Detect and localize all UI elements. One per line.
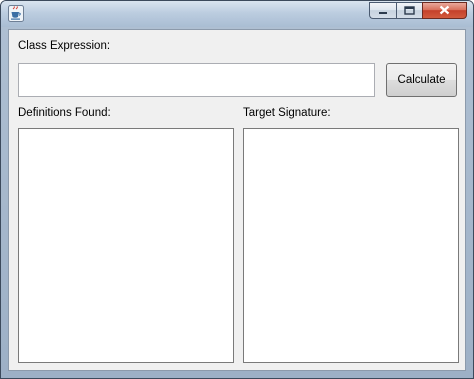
java-cup-icon — [8, 5, 24, 22]
target-signature-label: Target Signature: — [243, 107, 331, 119]
class-expression-input[interactable] — [18, 63, 375, 97]
minimize-icon — [378, 2, 388, 20]
class-expression-label: Class Expression: — [18, 40, 111, 52]
target-signature-list[interactable] — [243, 128, 459, 363]
close-button[interactable] — [422, 2, 467, 19]
close-icon — [439, 2, 450, 20]
maximize-icon — [404, 2, 415, 20]
content-panel: Class Expression: Calculate Definitions … — [8, 29, 466, 371]
app-window: Class Expression: Calculate Definitions … — [0, 0, 474, 379]
definitions-found-list[interactable] — [18, 128, 234, 363]
minimize-button[interactable] — [369, 2, 396, 19]
definitions-found-label: Definitions Found: — [18, 107, 111, 119]
title-bar[interactable] — [1, 1, 473, 27]
calculate-button[interactable]: Calculate — [386, 63, 457, 97]
window-controls — [369, 2, 467, 20]
maximize-button[interactable] — [396, 2, 422, 19]
